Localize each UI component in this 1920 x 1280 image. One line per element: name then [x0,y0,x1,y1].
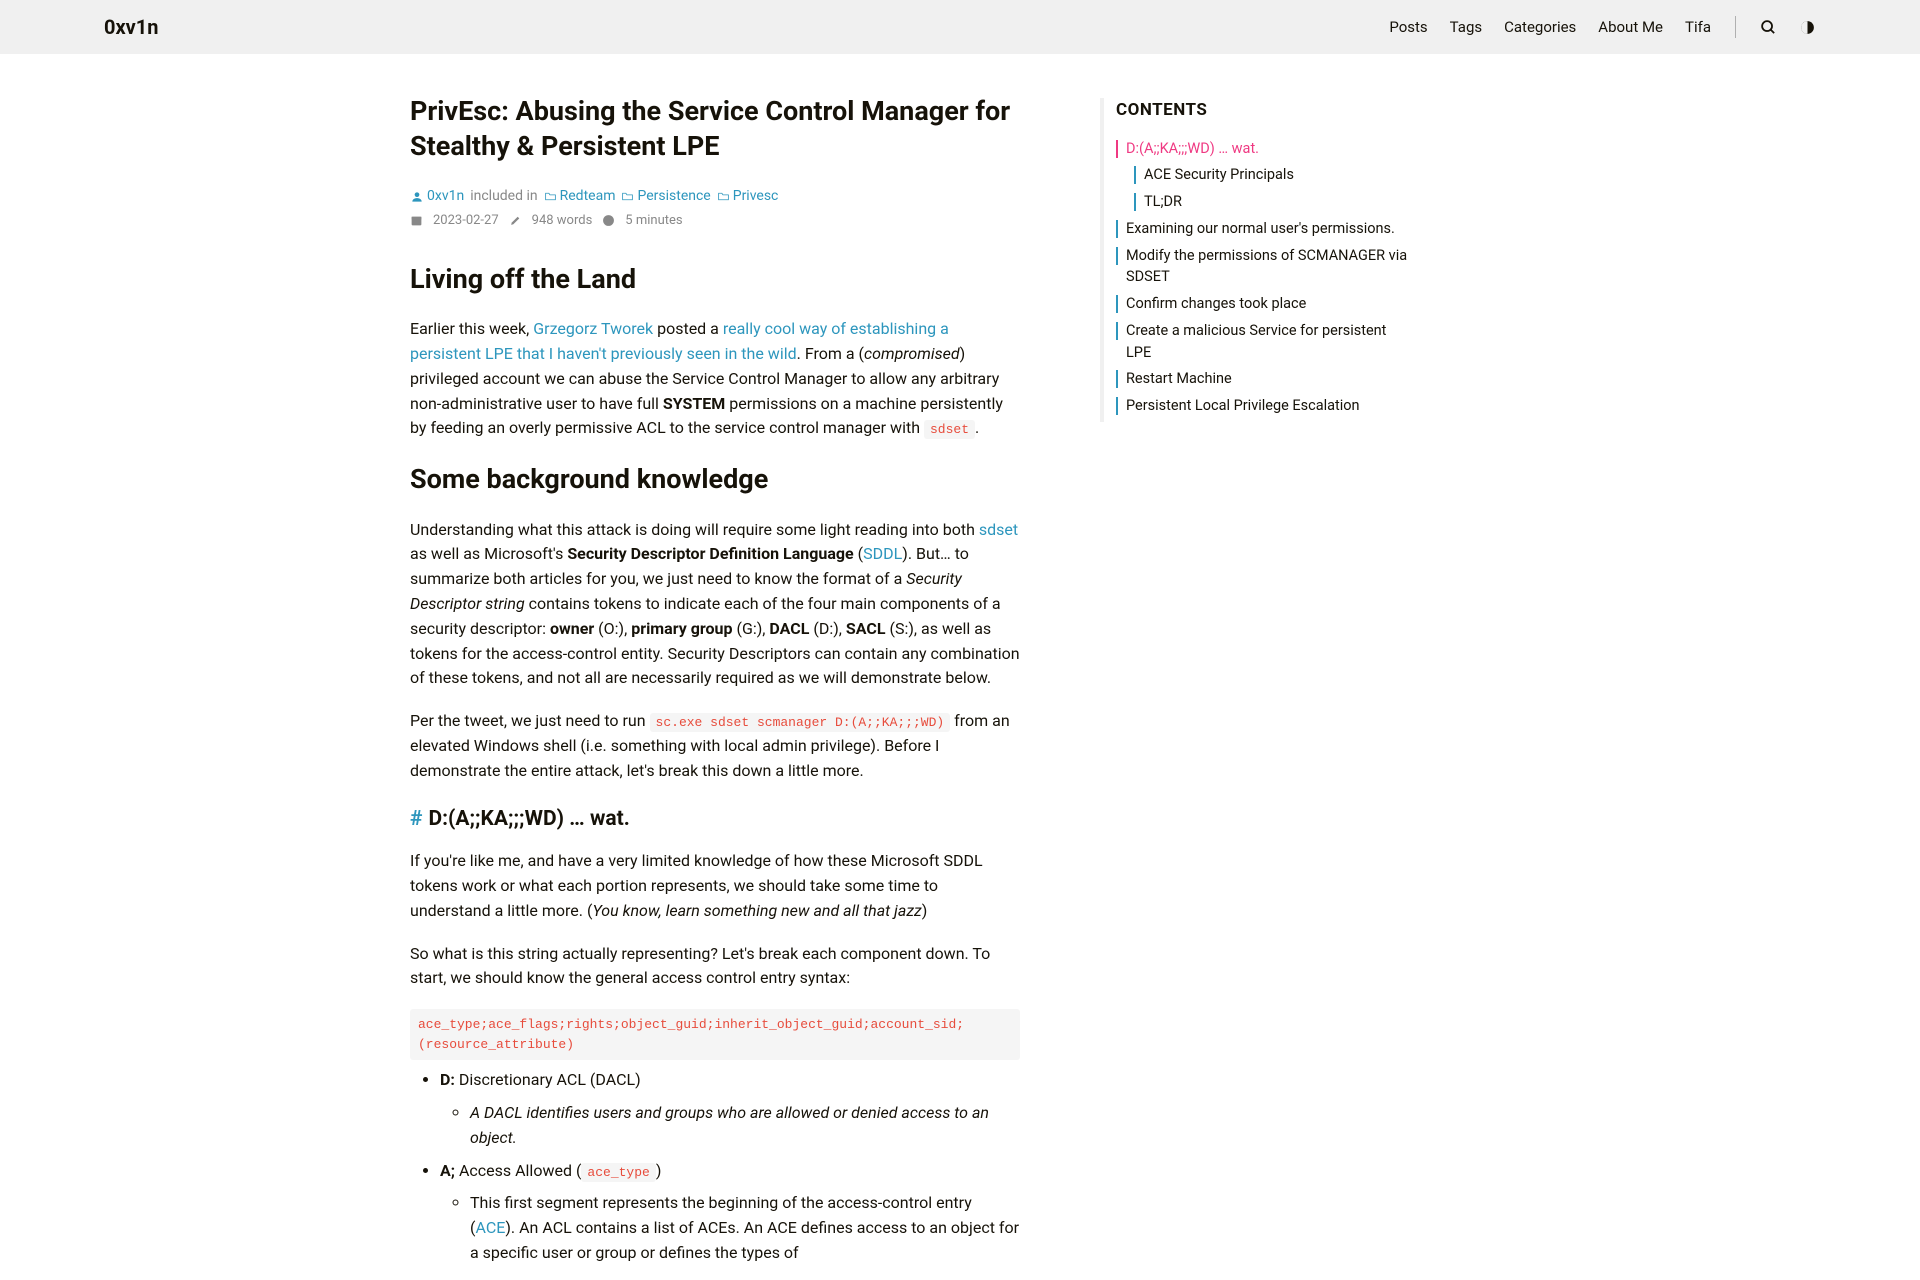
nav-divider [1735,16,1736,38]
search-icon[interactable] [1760,19,1777,36]
included-label: included in [470,186,537,207]
container: PrivEsc: Abusing the Service Control Man… [410,54,1510,1280]
toc-item[interactable]: Confirm changes took place [1116,293,1410,315]
code-sc-exe: sc.exe sdset scmanager D:(A;;KA;;;WD) [650,713,951,732]
list-item-d: D: Discretionary ACL (DACL) A DACL ident… [440,1068,1020,1150]
meta-row-1: 0xv1n included in Redteam Persistence Pr… [410,186,1020,207]
toc-item[interactable]: Examining our normal user's permissions. [1116,218,1410,240]
author-name: 0xv1n [427,186,464,207]
link-ace[interactable]: ACE [475,1218,505,1237]
toc-bar [1134,193,1136,211]
category-privesc[interactable]: Privesc [717,186,779,207]
hash-icon[interactable]: # [410,804,422,836]
nav: Posts Tags Categories About Me Tifa [1389,16,1816,39]
clock-icon [602,214,615,227]
calendar-icon [410,214,423,227]
nav-tifa[interactable]: Tifa [1685,16,1711,39]
toc-bar [1116,295,1118,313]
author-link[interactable]: 0xv1n [410,186,464,207]
link-sddl[interactable]: SDDL [863,544,902,563]
toc-bar [1116,397,1118,415]
toc-item[interactable]: ACE Security Principals [1134,164,1410,186]
paragraph-4: If you're like me, and have a very limit… [410,849,1020,923]
nav-about[interactable]: About Me [1598,16,1663,39]
link-grzegorz[interactable]: Grzegorz Tworek [533,319,653,338]
nav-posts[interactable]: Posts [1389,16,1427,39]
toc-title: CONTENTS [1116,98,1410,124]
toc-bar [1116,140,1118,158]
heading-background: Some background knowledge [410,459,1020,500]
meta-row-2: 2023-02-27 948 words 5 minutes [410,211,1020,231]
paragraph-5: So what is this string actually represen… [410,942,1020,992]
toc-bar [1134,166,1136,184]
toc-item[interactable]: Modify the permissions of SCMANAGER via … [1116,245,1410,289]
toc-bar [1116,220,1118,238]
post-title: PrivEsc: Abusing the Service Control Man… [410,94,1020,164]
list-item-a: A; Access Allowed (ace_type) This first … [440,1159,1020,1266]
toc-bar [1116,247,1118,265]
paragraph-2: Understanding what this attack is doing … [410,518,1020,692]
toc-label: Restart Machine [1126,368,1232,390]
read-time: 5 minutes [625,211,682,231]
toc-label: D:(A;;KA;;;WD) … wat. [1126,138,1259,160]
code-sdset: sdset [924,420,975,439]
toc-label: Confirm changes took place [1126,293,1306,315]
category-redteam[interactable]: Redteam [544,186,616,207]
link-sdset[interactable]: sdset [979,520,1018,539]
toc-bar [1116,322,1118,340]
heading-living: Living off the Land [410,259,1020,300]
toc-item[interactable]: Restart Machine [1116,368,1410,390]
toc-label: ACE Security Principals [1144,164,1294,186]
pencil-icon [509,214,522,227]
paragraph-1: Earlier this week, Grzegorz Tworek poste… [410,317,1020,441]
main-content: PrivEsc: Abusing the Service Control Man… [410,94,1020,1280]
table-of-contents: CONTENTS D:(A;;KA;;;WD) … wat. ACE Securi… [1100,98,1410,422]
toc-label: Modify the permissions of SCMANAGER via … [1126,245,1410,289]
toc-item[interactable]: Create a malicious Service for persisten… [1116,320,1410,364]
toc-item[interactable]: D:(A;;KA;;;WD) … wat. [1116,138,1410,160]
toc-item[interactable]: TL;DR [1134,191,1410,213]
list-item-d-sub: A DACL identifies users and groups who a… [470,1101,1020,1151]
toc-label: Create a malicious Service for persisten… [1126,320,1410,364]
word-count: 948 words [532,211,593,231]
code-ace-syntax: ace_type;ace_flags;rights;object_guid;in… [410,1009,1020,1060]
post-date: 2023-02-27 [433,211,499,231]
paragraph-3: Per the tweet, we just need to run sc.ex… [410,709,1020,783]
toc-label: TL;DR [1144,191,1182,213]
code-ace-type: ace_type [581,1163,655,1182]
toc-bar [1116,370,1118,388]
category-persistence[interactable]: Persistence [621,186,710,207]
nav-categories[interactable]: Categories [1504,16,1576,39]
theme-toggle-icon[interactable] [1799,19,1816,36]
toc-label: Examining our normal user's permissions. [1126,218,1395,240]
nav-tags[interactable]: Tags [1450,16,1482,39]
list-item-a-sub: This first segment represents the beginn… [470,1191,1020,1265]
toc-label: Persistent Local Privilege Escalation [1126,395,1360,417]
toc-item[interactable]: Persistent Local Privilege Escalation [1116,395,1410,417]
site-title[interactable]: 0xv1n [104,12,158,42]
header: 0xv1n Posts Tags Categories About Me Tif… [0,0,1920,54]
heading-wat: # D:(A;;KA;;;WD) … wat. [410,804,1020,836]
bullet-list: D: Discretionary ACL (DACL) A DACL ident… [440,1068,1020,1266]
